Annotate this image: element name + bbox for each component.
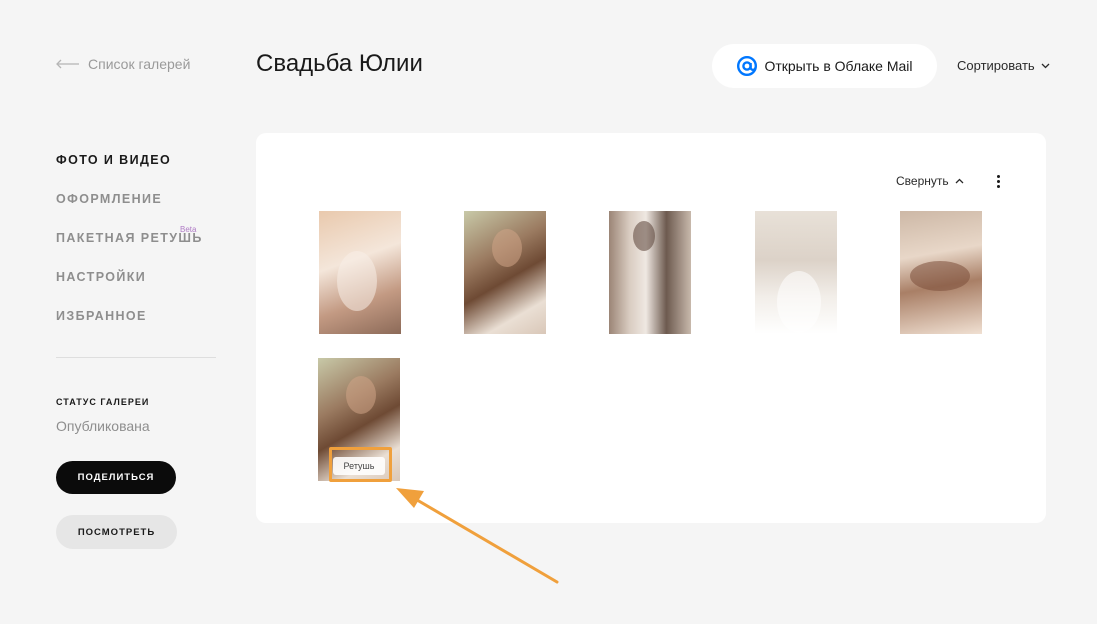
photo-thumbnail[interactable]: Ретушь [318,358,400,481]
sidebar-item-label: НАСТРОЙКИ [56,270,147,284]
collapse-label: Свернуть [896,174,949,188]
gallery-status-value: Опубликована [56,418,150,434]
chevron-down-icon [1041,63,1050,68]
more-vertical-icon[interactable] [993,174,1003,188]
back-to-galleries-link[interactable]: Список галерей [56,56,190,72]
sidebar-item-label: ФОТО И ВИДЕО [56,153,172,167]
gallery-status-label: СТАТУС ГАЛЕРЕИ [56,397,150,407]
cloud-button-label: Открыть в Облаке Mail [764,58,913,74]
photo-thumbnail[interactable] [609,211,691,334]
open-in-cloud-mail-button[interactable]: Открыть в Облаке Mail [712,44,937,88]
collapse-button[interactable]: Свернуть [896,174,964,188]
photo-thumbnail[interactable] [900,211,982,334]
sort-label: Сортировать [957,58,1035,73]
page-title: Свадьба Юлии [256,50,423,77]
sidebar-item-favorites[interactable]: ИЗБРАННОЕ [56,308,203,347]
mail-at-icon [737,55,758,77]
sidebar-item-label: ИЗБРАННОЕ [56,309,147,323]
media-panel: Свернуть Ретушь [256,133,1046,523]
arrow-left-icon [56,59,79,69]
share-button[interactable]: ПОДЕЛИТЬСЯ [56,461,176,494]
sidebar-nav: ФОТО И ВИДЕО ОФОРМЛЕНИЕ ПАКЕТНАЯ РЕТУШЬ … [56,152,203,347]
back-link-label: Список галерей [88,56,191,72]
photo-thumbnail[interactable] [464,211,546,334]
retouch-badge: Ретушь [333,457,385,475]
view-button[interactable]: ПОСМОТРЕТЬ [56,515,177,549]
sidebar-item-settings[interactable]: НАСТРОЙКИ [56,269,203,308]
sidebar-item-batch-retouch[interactable]: ПАКЕТНАЯ РЕТУШЬ Beta [56,225,203,269]
photo-thumbnail[interactable] [755,211,837,334]
chevron-up-icon [955,178,964,184]
beta-badge: Beta [180,225,197,234]
sidebar-divider [56,357,216,358]
sort-dropdown[interactable]: Сортировать [957,58,1050,73]
sidebar-item-photo-video[interactable]: ФОТО И ВИДЕО [56,152,203,191]
photo-thumbnail[interactable] [319,211,401,334]
sidebar-item-label: ОФОРМЛЕНИЕ [56,192,163,206]
